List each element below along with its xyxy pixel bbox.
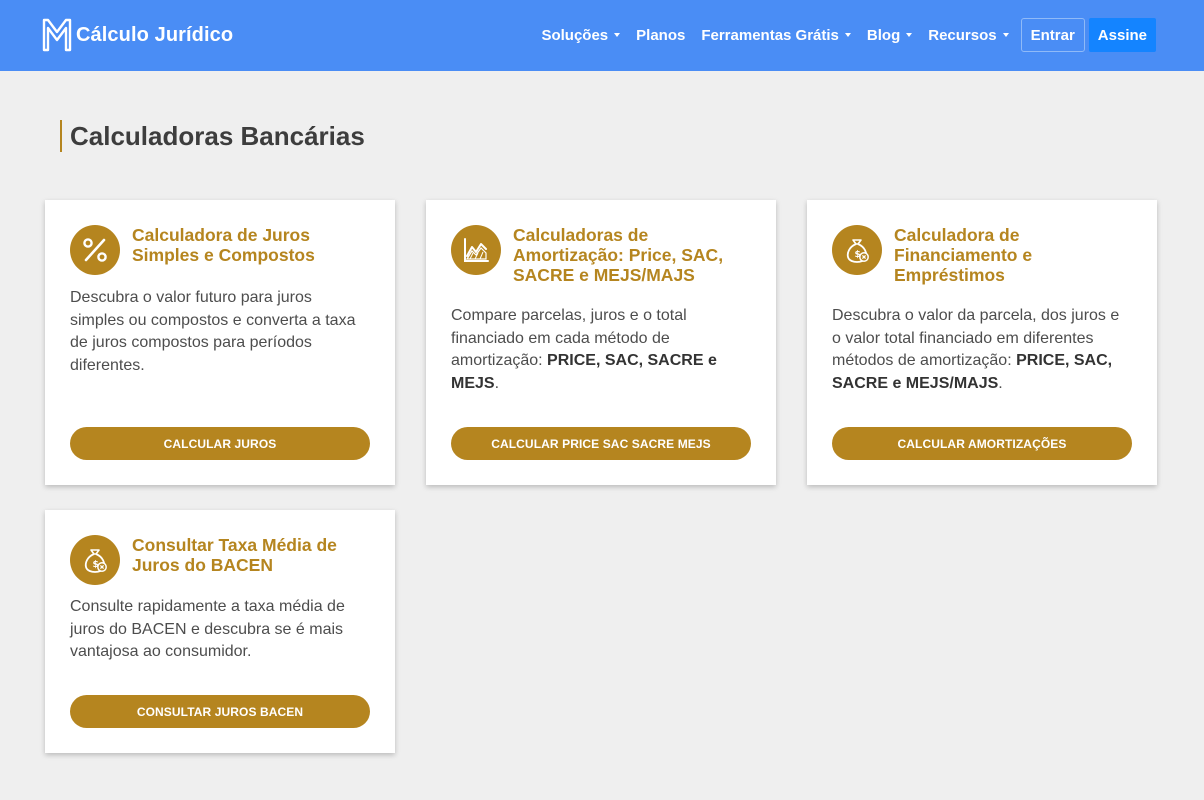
card-description-text: . [494, 374, 500, 392]
card-description: Consulte rapidamente a taxa média de jur… [70, 596, 370, 664]
consultar-juros-bacen-button[interactable]: CONSULTAR JUROS BACEN [70, 695, 370, 728]
nav-item-solucoes[interactable]: Soluções [541, 26, 621, 44]
login-button[interactable]: Entrar [1020, 18, 1085, 52]
card-title: Calculadora de Financiamento e Empréstim… [894, 225, 1033, 285]
card-bacen: $ Consultar Taxa Média de Juros do BACEN… [45, 510, 395, 753]
page-title: Calculadoras Bancárias [60, 120, 365, 152]
card-description-text: . [998, 374, 1003, 392]
calcular-juros-button[interactable]: CALCULAR JUROS [70, 427, 370, 460]
money-bag-icon: $ [70, 535, 120, 585]
brand-logo[interactable]: Cálculo Jurídico [42, 17, 233, 53]
caret-down-icon [906, 33, 913, 37]
signup-button[interactable]: Assine [1088, 18, 1156, 52]
card-description: Compare parcelas, juros e o total financ… [451, 305, 751, 395]
card-title: Calculadoras de Amortização: Price, SAC,… [513, 225, 724, 285]
nav-item-ferramentas-gratis[interactable]: Ferramentas Grátis [701, 27, 851, 44]
main-nav: Soluções Planos Ferramentas Grátis Blog … [541, 18, 1156, 52]
nav-item-label: Planos [636, 26, 686, 44]
card-juros: Calculadora de Juros Simples e Compostos… [45, 200, 395, 485]
chart-icon [451, 225, 501, 275]
caret-down-icon [614, 33, 621, 37]
card-title: Calculadora de Juros Simples e Compostos [132, 225, 315, 265]
card-financiamento: $ Calculadora de Financiamento e Emprést… [807, 200, 1157, 485]
nav-item-label: Blog [866, 26, 901, 44]
calcular-amortizacoes-button[interactable]: CALCULAR AMORTIZAÇÕES [832, 427, 1132, 460]
logo-icon [42, 18, 72, 52]
caret-down-icon [1002, 33, 1009, 37]
money-bag-icon: $ [832, 225, 882, 275]
card-description-text: Descubra o valor futuro para juros simpl… [70, 289, 356, 374]
card-description-text: Consulte rapidamente a taxa média de jur… [70, 598, 345, 660]
brand-name: Cálculo Jurídico [76, 23, 234, 46]
nav-item-recursos[interactable]: Recursos [928, 26, 1009, 44]
nav-item-blog[interactable]: Blog [866, 26, 913, 44]
nav-item-planos[interactable]: Planos [636, 27, 685, 44]
percent-icon [70, 225, 120, 275]
card-description: Descubra o valor da parcela, dos juros e… [832, 305, 1132, 395]
card-amortizacao: Calculadoras de Amortização: Price, SAC,… [426, 200, 776, 485]
card-title: Consultar Taxa Média de Juros do BACEN [132, 535, 337, 575]
nav-item-label: Ferramentas Grátis [701, 26, 839, 44]
nav-item-label: Recursos [928, 26, 997, 44]
card-description: Descubra o valor futuro para juros simpl… [70, 287, 370, 377]
top-navbar: Cálculo Jurídico Soluções Planos Ferrame… [0, 0, 1204, 71]
calcular-price-sac-button[interactable]: CALCULAR PRICE SAC SACRE MEJS [451, 427, 751, 460]
nav-item-label: Soluções [541, 26, 609, 44]
caret-down-icon [844, 33, 851, 37]
